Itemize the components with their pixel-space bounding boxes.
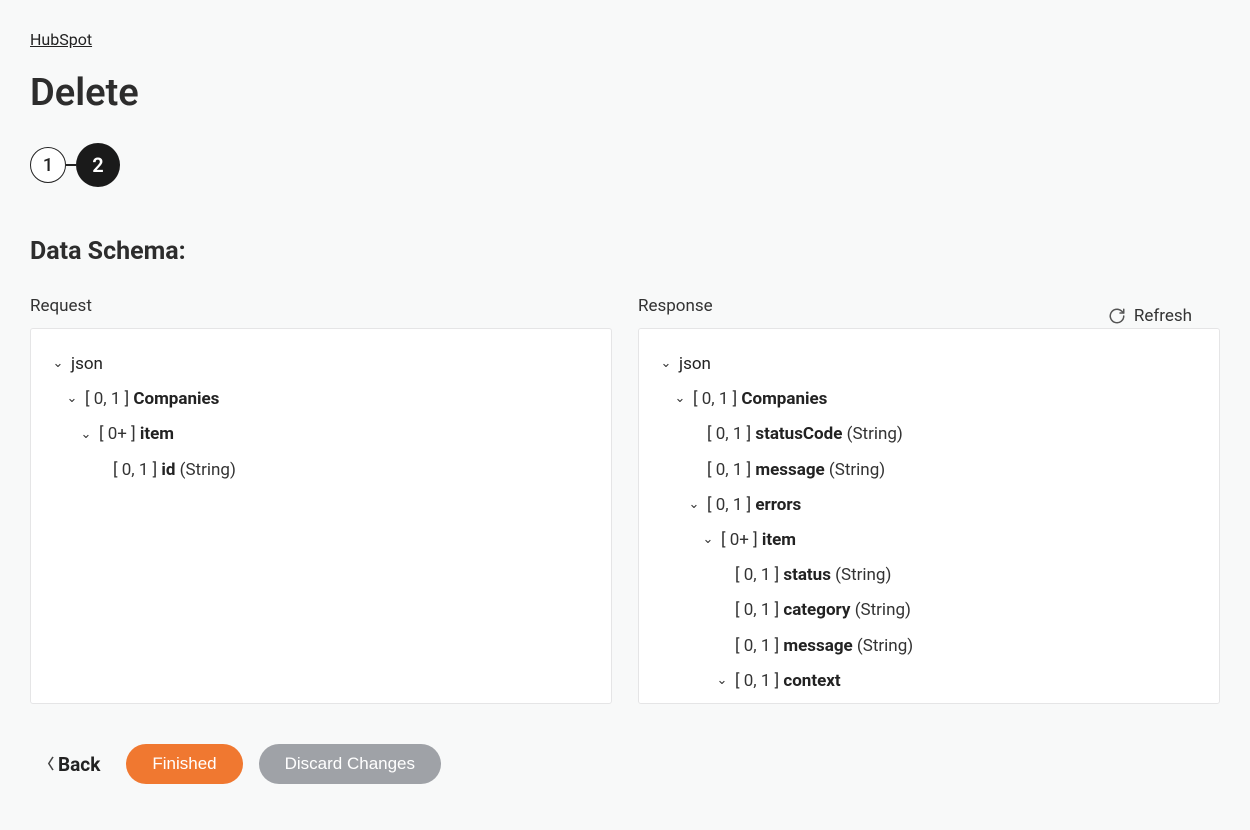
page-title: Delete	[30, 71, 1220, 115]
tree-node-label: [ 0, 1 ] ids	[749, 703, 820, 704]
chevron-down-icon[interactable]: ⌄	[701, 530, 715, 551]
request-panel: ⌄ json ⌄ [ 0, 1 ] Companies ⌄ [ 0+ ] item ⌄[ 0…	[30, 328, 612, 704]
tree-row[interactable]: ⌄[ 0, 1 ] status (String)	[659, 558, 1199, 593]
tree-row[interactable]: ⌄ json	[51, 347, 591, 382]
tree-row[interactable]: ⌄[ 0, 1 ] category (String)	[659, 593, 1199, 628]
tree-row[interactable]: ⌄ [ 0, 1 ] Companies	[51, 382, 591, 417]
tree-node-label: [ 0, 1 ] context	[735, 668, 841, 695]
tree-node-label: [ 0, 1 ] id (String)	[113, 457, 236, 484]
tree-node-label: [ 0, 1 ] Companies	[85, 386, 219, 413]
tree-node-label: [ 0+ ] item	[721, 527, 796, 554]
response-panel: ⌄json⌄[ 0, 1 ] Companies⌄[ 0, 1 ] status…	[638, 328, 1220, 704]
tree-row[interactable]: ⌄ json	[659, 347, 1199, 382]
step-1[interactable]: 1	[30, 147, 66, 183]
step-2[interactable]: 2	[76, 143, 120, 187]
tree-node-label: [ 0, 1 ] status (String)	[735, 562, 891, 589]
tree-node-label: [ 0, 1 ] message (String)	[735, 633, 913, 660]
request-label: Request	[30, 296, 612, 316]
tree-row[interactable]: ⌄ [ 0+ ] item	[51, 417, 591, 452]
tree-row[interactable]: ⌄[ 0, 1 ] message (String)	[659, 453, 1199, 488]
tree-row[interactable]: ⌄[ 0, 1 ] message (String)	[659, 629, 1199, 664]
tree-node-label: json	[679, 351, 711, 378]
tree-row[interactable]: ⌄[ 0, 1 ] statusCode (String)	[659, 417, 1199, 452]
tree-row[interactable]: ⌄ [ 0+ ] item	[659, 523, 1199, 558]
tree-node-label: [ 0, 1 ] category (String)	[735, 597, 911, 624]
tree-row[interactable]: ⌄ [ 0, 1 ] context	[659, 664, 1199, 699]
tree-node-label: [ 0+ ] item	[99, 421, 174, 448]
chevron-down-icon[interactable]: ⌄	[65, 389, 79, 410]
tree-node-label: [ 0, 1 ] statusCode (String)	[707, 421, 903, 448]
chevron-down-icon[interactable]: ⌄	[51, 354, 65, 375]
chevron-left-icon: 〈	[40, 754, 54, 774]
back-button[interactable]: 〈 Back	[30, 747, 110, 782]
tree-node-label: json	[71, 351, 103, 378]
chevron-down-icon[interactable]: ⌄	[673, 389, 687, 410]
tree-row[interactable]: ⌄ [ 0, 1 ] Companies	[659, 382, 1199, 417]
finished-button[interactable]: Finished	[126, 744, 242, 784]
chevron-down-icon[interactable]: ⌄	[79, 425, 93, 446]
chevron-down-icon[interactable]: ⌄	[687, 495, 701, 516]
chevron-down-icon[interactable]: ⌄	[659, 354, 673, 375]
back-label: Back	[58, 753, 100, 776]
response-label: Response	[638, 296, 1220, 316]
section-heading: Data Schema:	[30, 237, 1220, 266]
chevron-down-icon[interactable]: ⌄	[715, 671, 729, 692]
tree-node-label: [ 0, 1 ] errors	[707, 492, 801, 519]
tree-node-label: [ 0, 1 ] Companies	[693, 386, 827, 413]
discard-changes-button[interactable]: Discard Changes	[259, 744, 441, 784]
tree-node-label: [ 0, 1 ] message (String)	[707, 457, 885, 484]
tree-row[interactable]: ⌄[ 0, 1 ] id (String)	[51, 453, 591, 488]
tree-row[interactable]: ⌄[ 0, 1 ] ids	[659, 699, 1199, 704]
tree-row[interactable]: ⌄ [ 0, 1 ] errors	[659, 488, 1199, 523]
stepper: 1 2	[30, 143, 1220, 187]
breadcrumb-hubspot[interactable]: HubSpot	[30, 30, 92, 49]
step-connector	[66, 164, 76, 166]
